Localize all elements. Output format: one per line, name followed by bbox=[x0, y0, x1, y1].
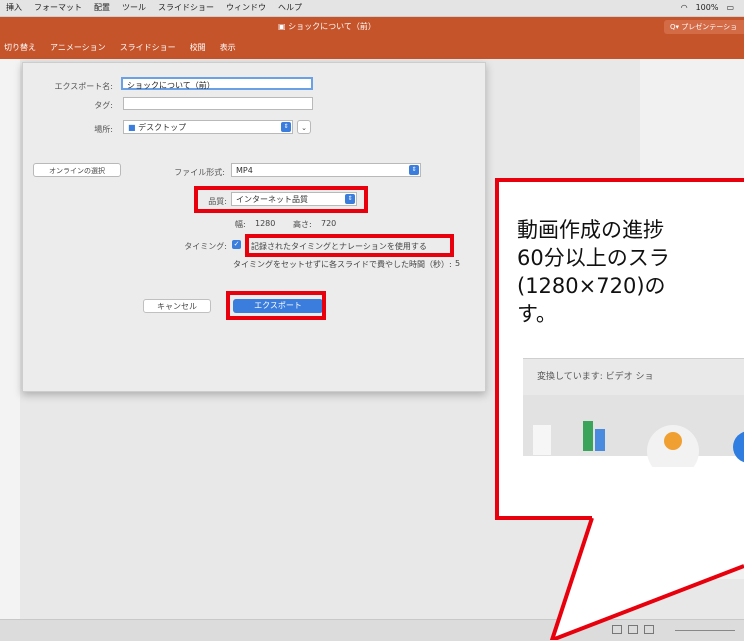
callout-tail bbox=[495, 516, 744, 640]
